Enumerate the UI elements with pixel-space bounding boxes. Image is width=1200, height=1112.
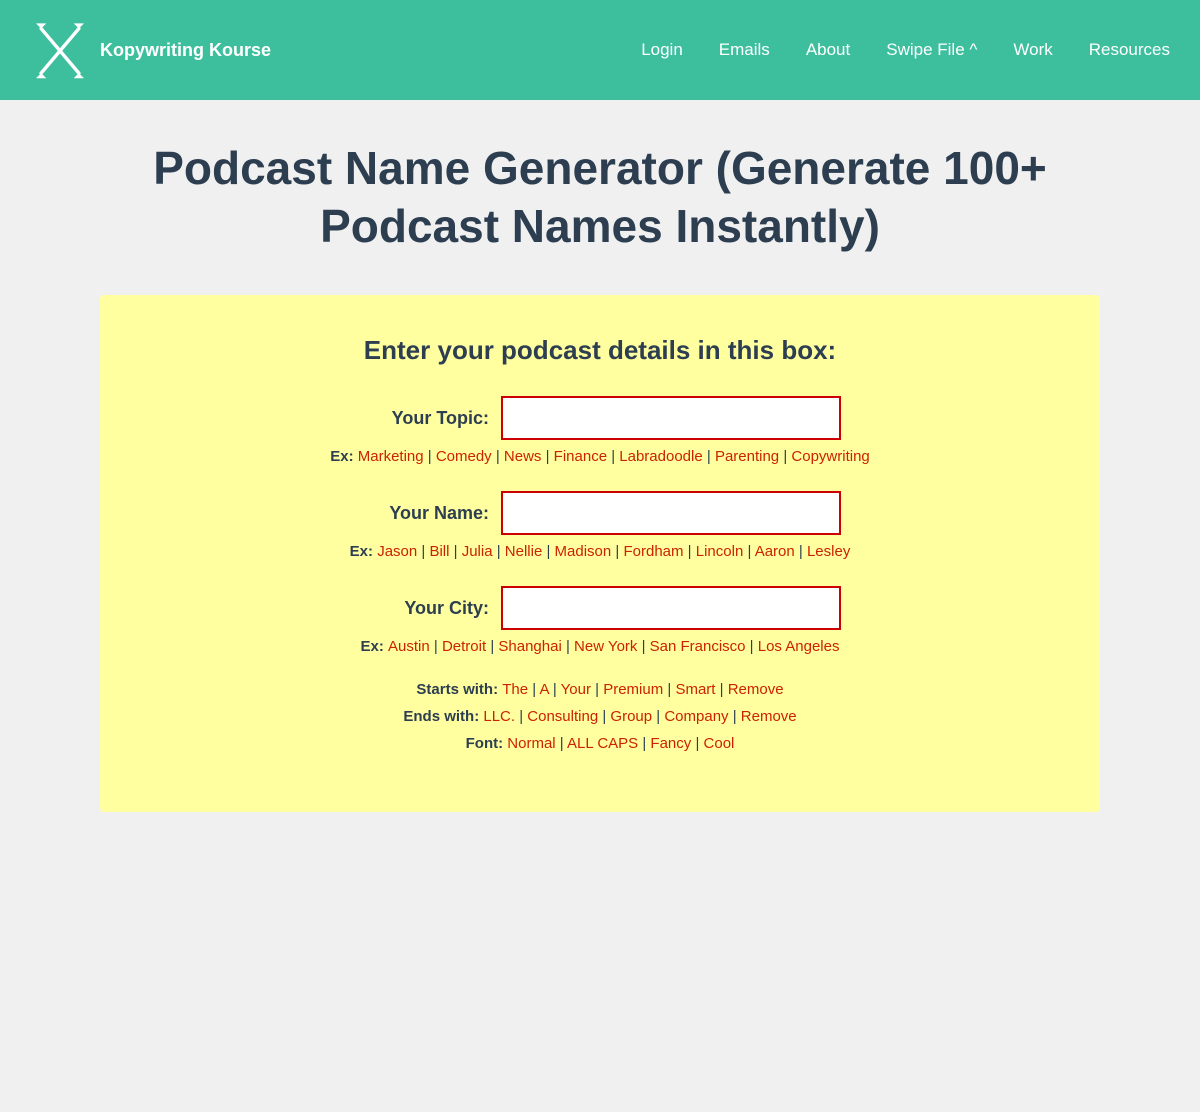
name-row: Your Name: (160, 491, 1040, 535)
city-label: Your City: (359, 598, 489, 619)
page-wrapper: Podcast Name Generator (Generate 100+ Po… (0, 100, 1200, 1112)
name-examples-row: Ex: Jason | Bill | Julia | Nellie | Madi… (160, 543, 1040, 560)
nav-about[interactable]: About (806, 40, 850, 60)
city-examples-row: Ex: Austin | Detroit | Shanghai | New Yo… (160, 638, 1040, 655)
starts-with-row: Starts with: The | A | Your | Premium | … (160, 681, 1040, 698)
nav-resources[interactable]: Resources (1089, 40, 1170, 60)
topic-examples-row: Ex: Marketing | Comedy | News | Finance … (160, 448, 1040, 465)
page-title: Podcast Name Generator (Generate 100+ Po… (30, 140, 1170, 255)
city-input[interactable] (501, 586, 841, 630)
name-input[interactable] (501, 491, 841, 535)
city-ex-label: Ex: (361, 638, 389, 655)
nav-work[interactable]: Work (1013, 40, 1052, 60)
nav-links: Login Emails About Swipe File ^ Work Res… (641, 40, 1170, 60)
name-ex-label: Ex: (350, 543, 378, 560)
logo[interactable]: Kopywriting Kourse (30, 20, 271, 80)
nav-emails[interactable]: Emails (719, 40, 770, 60)
city-row: Your City: (160, 586, 1040, 630)
topic-row: Your Topic: (160, 396, 1040, 440)
options-section: Starts with: The | A | Your | Premium | … (160, 681, 1040, 752)
brand-name: Kopywriting Kourse (100, 40, 271, 61)
topic-ex-label: Ex: (330, 448, 358, 465)
ends-with-label: Ends with: (403, 708, 483, 725)
starts-with-label: Starts with: (416, 681, 502, 698)
nav-swipefile[interactable]: Swipe File ^ (886, 40, 977, 60)
topic-input[interactable] (501, 396, 841, 440)
font-label: Font: (466, 735, 508, 752)
ends-with-row: Ends with: LLC. | Consulting | Group | C… (160, 708, 1040, 725)
box-heading: Enter your podcast details in this box: (160, 335, 1040, 366)
navbar: Kopywriting Kourse Login Emails About Sw… (0, 0, 1200, 100)
topic-label: Your Topic: (359, 408, 489, 429)
font-row: Font: Normal | ALL CAPS | Fancy | Cool (160, 735, 1040, 752)
nav-login[interactable]: Login (641, 40, 683, 60)
generator-box: Enter your podcast details in this box: … (100, 295, 1100, 812)
name-label: Your Name: (359, 503, 489, 524)
